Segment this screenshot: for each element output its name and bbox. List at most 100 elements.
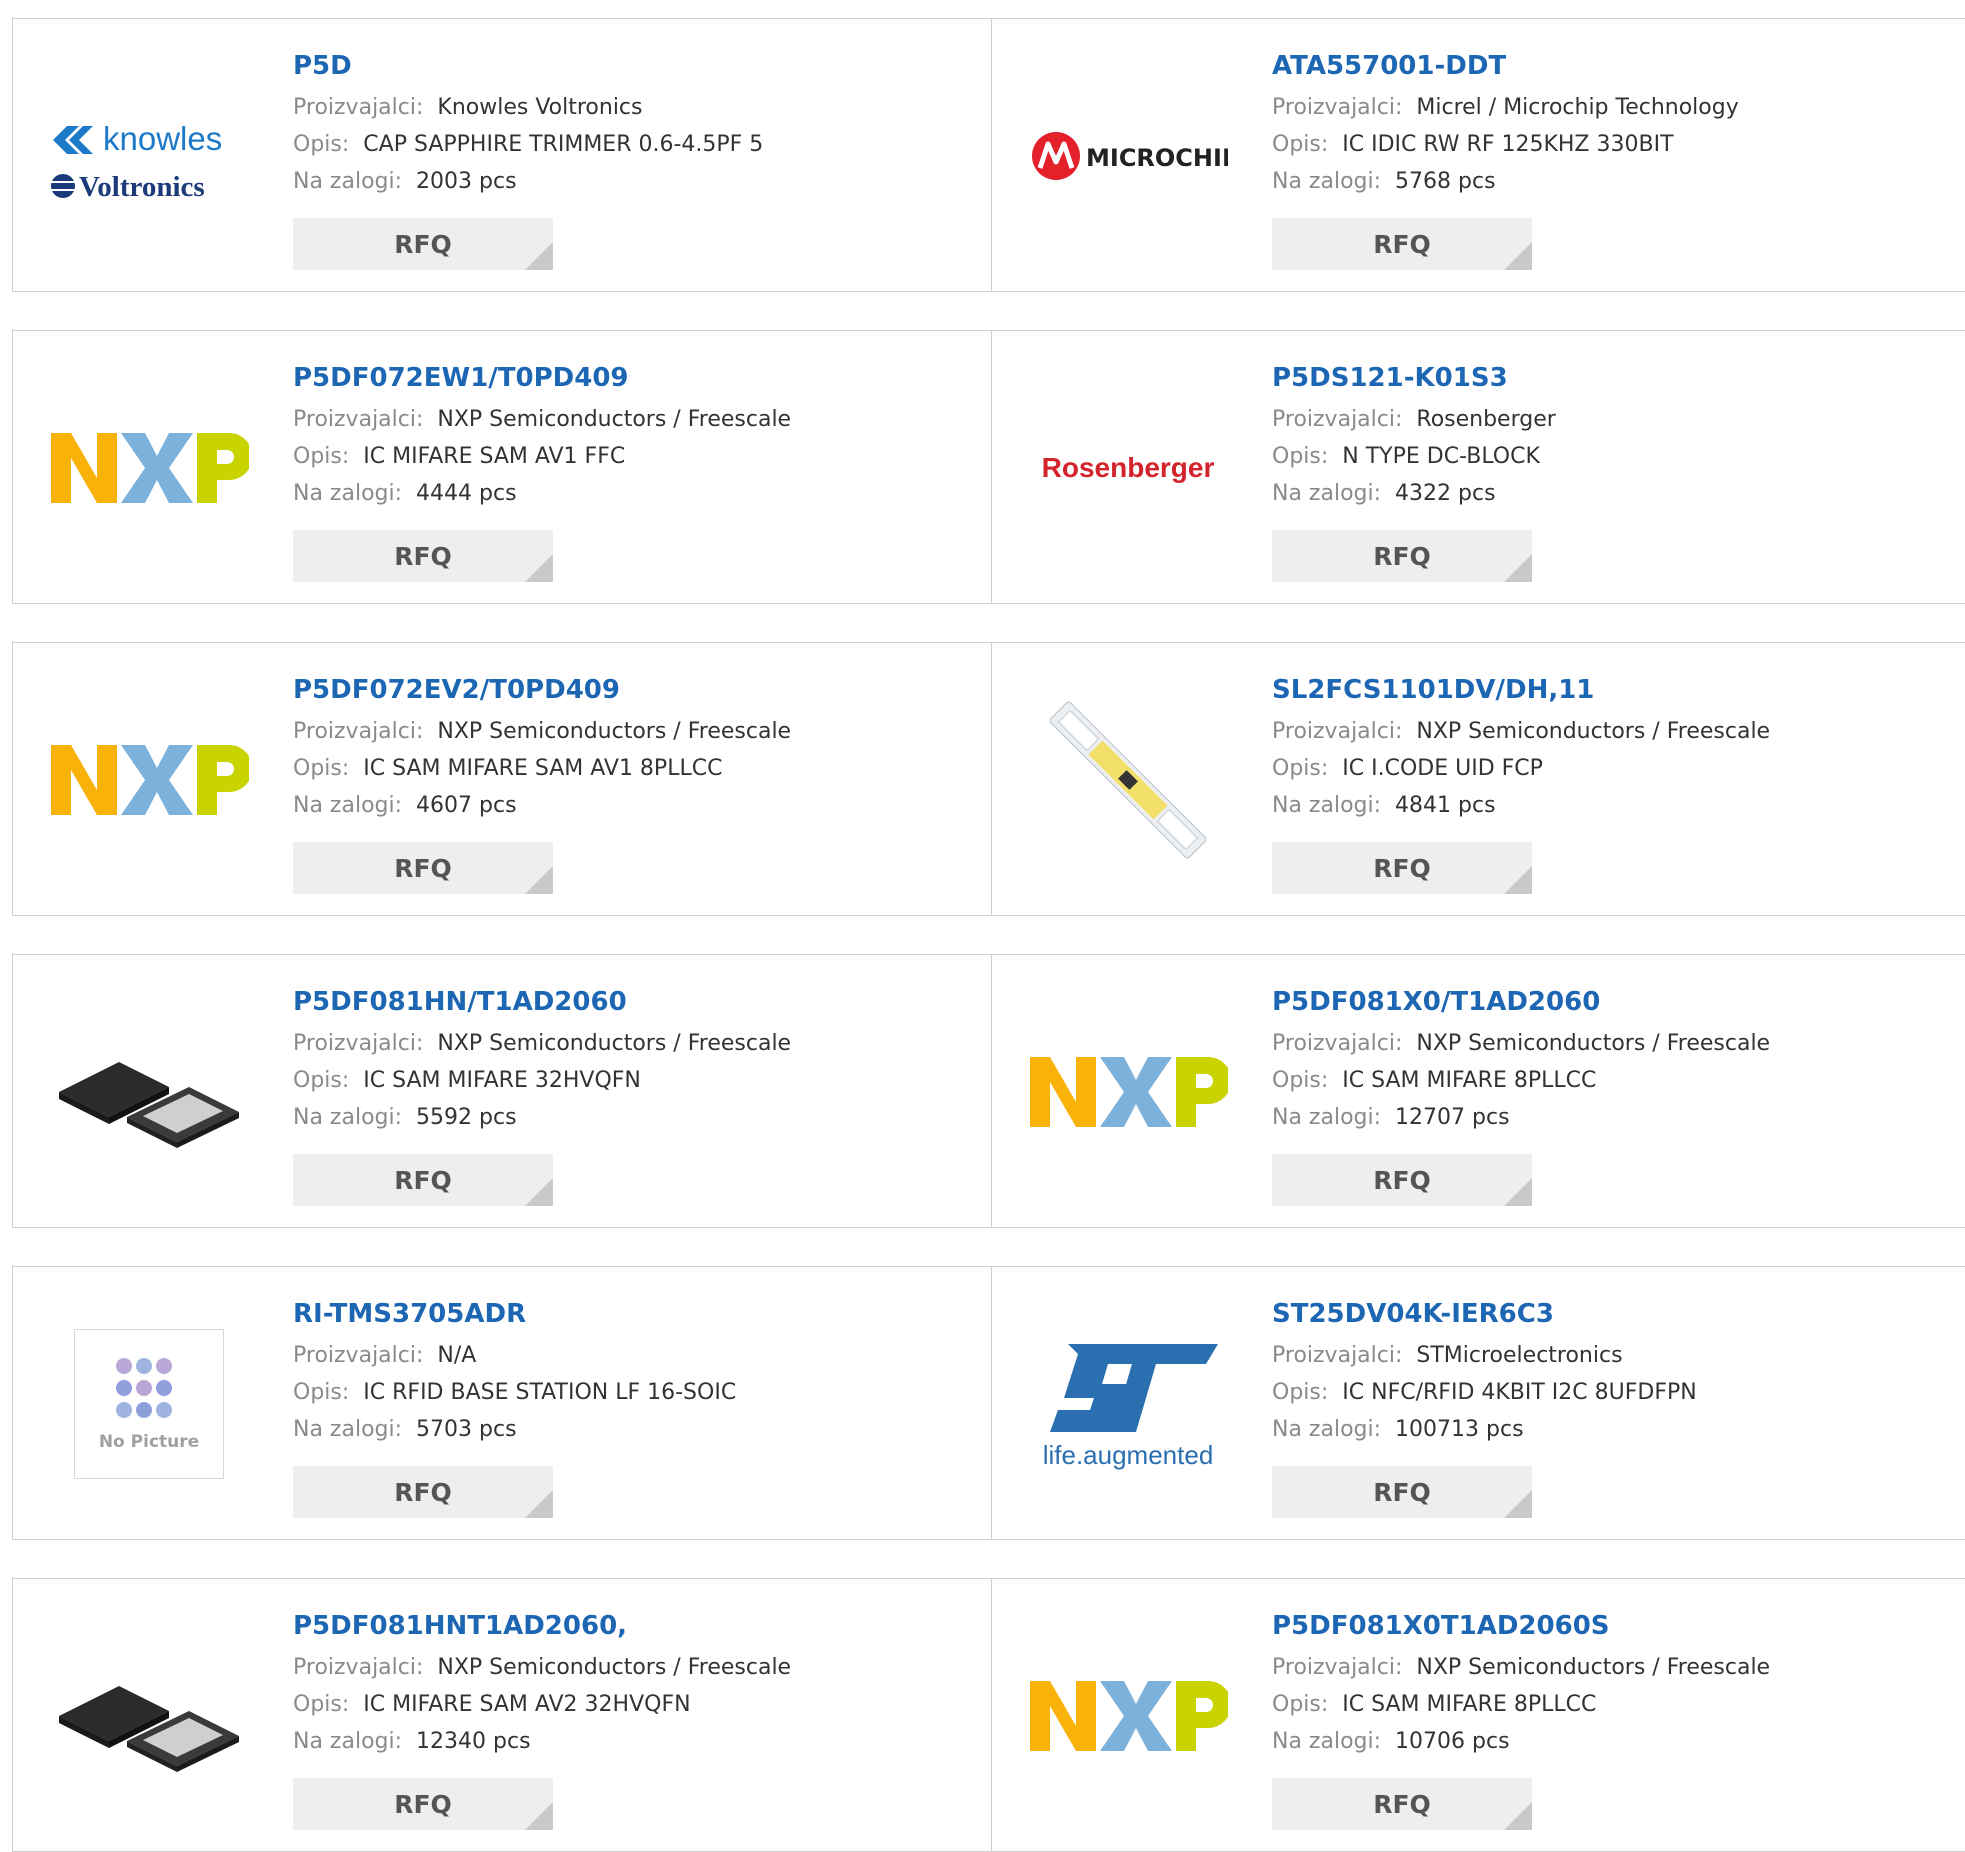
part-number-link[interactable]: P5D <box>293 47 763 89</box>
description-label: Opis: <box>1272 444 1329 469</box>
manufacturer-value: NXP Semiconductors / Freescale <box>1416 719 1771 744</box>
rfq-button[interactable]: RFQ <box>293 1466 553 1518</box>
rfq-button[interactable]: RFQ <box>1272 1154 1532 1206</box>
stock-label: Na zalogi: <box>293 1729 403 1754</box>
stock-line: Na zalogi: 4607 pcs <box>293 787 791 824</box>
manufacturer-line: Proizvajalci: Knowles Voltronics <box>293 89 763 126</box>
product-image[interactable]: No Picture <box>49 1299 249 1509</box>
rfq-button[interactable]: RFQ <box>293 842 553 894</box>
description-value: IC I.CODE UID FCP <box>1342 756 1543 781</box>
manufacturer-line: Proizvajalci: NXP Semiconductors / Freesc… <box>1272 1025 1770 1062</box>
product-image[interactable]: MICROCHIP <box>1028 51 1228 261</box>
manufacturer-value: NXP Semiconductors / Freescale <box>437 407 792 432</box>
stock-label: Na zalogi: <box>293 1105 403 1130</box>
product-card: Rosenberger P5DS121-K01S3 Proizvajalci: Ro… <box>992 331 1965 603</box>
manufacturer-line: Proizvajalci: Micrel / Microchip Technolo… <box>1272 89 1739 126</box>
part-number-link[interactable]: P5DF081X0/T1AD2060 <box>1272 983 1770 1025</box>
no-picture-placeholder: No Picture <box>74 1329 224 1479</box>
rfq-button[interactable]: RFQ <box>1272 218 1532 270</box>
product-image[interactable]: life.augmented <box>1028 1299 1228 1509</box>
manufacturer-value: NXP Semiconductors / Freescale <box>1416 1655 1771 1680</box>
microchip-logo: MICROCHIP <box>1032 132 1228 180</box>
part-number-link[interactable]: P5DS121-K01S3 <box>1272 359 1556 401</box>
svg-text:Rosenberger: Rosenberger <box>1042 452 1215 483</box>
manufacturer-label: Proizvajalci: <box>1272 1343 1403 1368</box>
svg-text:knowles: knowles <box>103 120 222 157</box>
product-image[interactable] <box>1028 987 1228 1197</box>
product-row: P5DF072EW1/T0PD409 Proizvajalci: NXP Semic… <box>12 330 1965 604</box>
product-image[interactable]: knowles Voltronics <box>49 51 249 261</box>
manufacturer-value: Rosenberger <box>1416 407 1556 432</box>
stock-value: 100713 pcs <box>1395 1417 1524 1442</box>
rfq-button[interactable]: RFQ <box>293 530 553 582</box>
manufacturer-line: Proizvajalci: NXP Semiconductors / Freesc… <box>293 1649 791 1686</box>
part-number-link[interactable]: SL2FCS1101DV/DH,11 <box>1272 671 1770 713</box>
part-number-link[interactable]: P5DF081HNT1AD2060, <box>293 1607 791 1649</box>
product-info: RI-TMS3705ADR Proizvajalci: N/A Opis: IC RFI… <box>293 1295 736 1448</box>
stock-line: Na zalogi: 12340 pcs <box>293 1723 791 1760</box>
product-image[interactable] <box>49 1611 249 1821</box>
product-image[interactable] <box>1028 675 1228 885</box>
rfq-button[interactable]: RFQ <box>293 1154 553 1206</box>
part-number-link[interactable]: ST25DV04K-IER6C3 <box>1272 1295 1697 1337</box>
product-image[interactable] <box>49 675 249 885</box>
description-label: Opis: <box>293 444 350 469</box>
stock-value: 2003 pcs <box>416 169 517 194</box>
stock-label: Na zalogi: <box>1272 169 1382 194</box>
rfq-button[interactable]: RFQ <box>1272 530 1532 582</box>
product-card: P5DF081HNT1AD2060, Proizvajalci: NXP Semic… <box>13 1579 992 1851</box>
description-label: Opis: <box>293 132 350 157</box>
qfn-chip-photo <box>59 1062 239 1148</box>
rosenberger-logo: Rosenberger <box>1042 452 1215 483</box>
product-image[interactable] <box>49 363 249 573</box>
stock-value: 4322 pcs <box>1395 481 1496 506</box>
product-info: P5DF081X0/T1AD2060 Proizvajalci: NXP Semic… <box>1272 983 1770 1136</box>
description-line: Opis: IC I.CODE UID FCP <box>1272 750 1770 787</box>
manufacturer-value: NXP Semiconductors / Freescale <box>437 1031 792 1056</box>
description-label: Opis: <box>293 756 350 781</box>
stock-value: 10706 pcs <box>1395 1729 1510 1754</box>
rfq-button[interactable]: RFQ <box>1272 1466 1532 1518</box>
stock-line: Na zalogi: 5768 pcs <box>1272 163 1739 200</box>
manufacturer-label: Proizvajalci: <box>293 1655 424 1680</box>
product-info: P5D Proizvajalci: Knowles Voltronics Opis: C… <box>293 47 763 200</box>
part-number-link[interactable]: ATA557001-DDT <box>1272 47 1739 89</box>
product-image[interactable] <box>1028 1611 1228 1821</box>
product-info: ATA557001-DDT Proizvajalci: Micrel / Micro… <box>1272 47 1739 200</box>
stock-line: Na zalogi: 12707 pcs <box>1272 1099 1770 1136</box>
description-value: IC SAM MIFARE 32HVQFN <box>363 1068 641 1093</box>
description-value: IC RFID BASE STATION LF 16-SOIC <box>363 1380 737 1405</box>
part-number-link[interactable]: P5DF081X0T1AD2060S <box>1272 1607 1770 1649</box>
product-row: No Picture RI-TMS3705ADR Proizvajalci: N/A… <box>12 1266 1965 1540</box>
stock-line: Na zalogi: 5592 pcs <box>293 1099 791 1136</box>
description-label: Opis: <box>1272 132 1329 157</box>
product-image[interactable]: Rosenberger <box>1028 363 1228 573</box>
description-line: Opis: IC SAM MIFARE 32HVQFN <box>293 1062 791 1099</box>
product-image[interactable] <box>49 987 249 1197</box>
stock-value: 5592 pcs <box>416 1105 517 1130</box>
stock-value: 5768 pcs <box>1395 169 1496 194</box>
product-info: ST25DV04K-IER6C3 Proizvajalci: STMicroelec… <box>1272 1295 1697 1448</box>
stock-line: Na zalogi: 4444 pcs <box>293 475 791 512</box>
description-label: Opis: <box>293 1380 350 1405</box>
rfq-button[interactable]: RFQ <box>293 218 553 270</box>
stock-label: Na zalogi: <box>293 793 403 818</box>
product-card: P5DF072EW1/T0PD409 Proizvajalci: NXP Semic… <box>13 331 992 603</box>
manufacturer-value: Knowles Voltronics <box>437 95 643 120</box>
part-number-link[interactable]: P5DF072EV2/T0PD409 <box>293 671 791 713</box>
part-number-link[interactable]: P5DF072EW1/T0PD409 <box>293 359 791 401</box>
part-number-link[interactable]: RI-TMS3705ADR <box>293 1295 736 1337</box>
stock-line: Na zalogi: 5703 pcs <box>293 1411 736 1448</box>
stock-line: Na zalogi: 10706 pcs <box>1272 1723 1770 1760</box>
product-card: SL2FCS1101DV/DH,11 Proizvajalci: NXP Semic… <box>992 643 1965 915</box>
manufacturer-label: Proizvajalci: <box>1272 1655 1403 1680</box>
product-card: P5DF072EV2/T0PD409 Proizvajalci: NXP Semic… <box>13 643 992 915</box>
manufacturer-line: Proizvajalci: NXP Semiconductors / Freesc… <box>1272 713 1770 750</box>
manufacturer-label: Proizvajalci: <box>1272 407 1403 432</box>
rfq-button[interactable]: RFQ <box>1272 1778 1532 1830</box>
part-number-link[interactable]: P5DF081HN/T1AD2060 <box>293 983 791 1025</box>
manufacturer-line: Proizvajalci: NXP Semiconductors / Freesc… <box>1272 1649 1770 1686</box>
rfq-button[interactable]: RFQ <box>1272 842 1532 894</box>
svg-text:MICROCHIP: MICROCHIP <box>1086 144 1228 172</box>
rfq-button[interactable]: RFQ <box>293 1778 553 1830</box>
